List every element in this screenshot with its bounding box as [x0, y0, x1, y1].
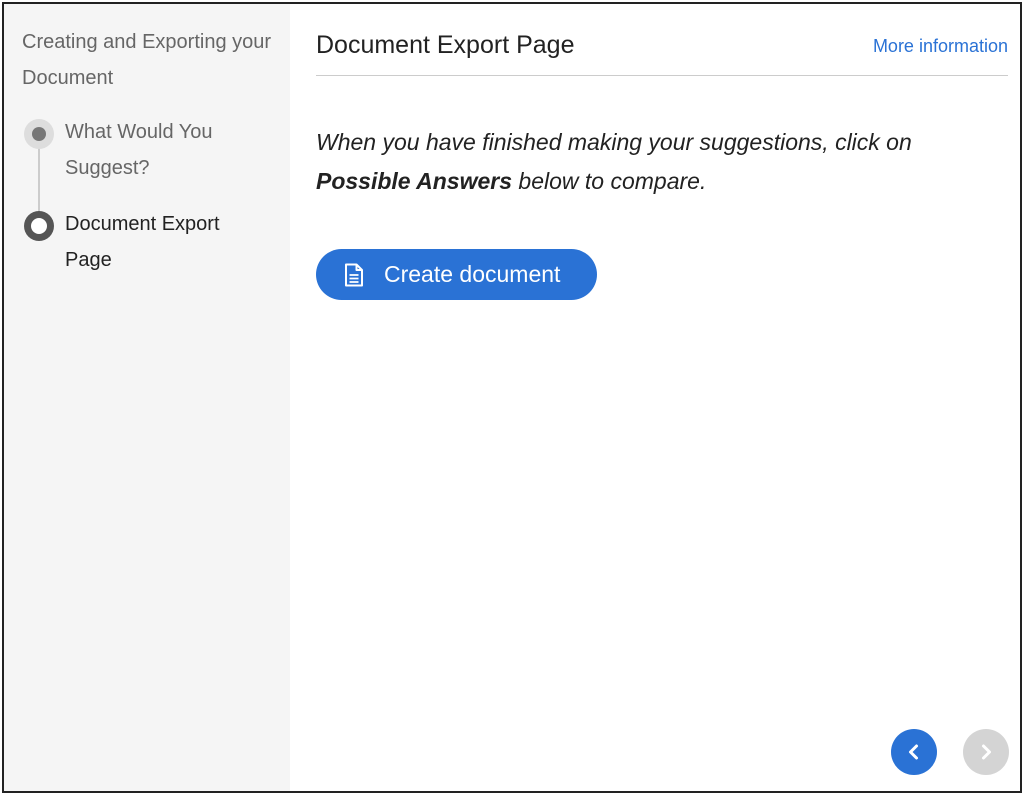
create-document-label: Create document: [384, 261, 561, 287]
possible-answers-emphasis: Possible Answers: [316, 168, 513, 194]
page-title: Document Export Page: [316, 31, 575, 59]
sidebar-title: Creating and Exporting your Document: [22, 31, 272, 89]
document-icon: [345, 263, 363, 286]
chevron-right-icon: [982, 744, 991, 760]
sidebar: Creating and Exporting your Document Wha…: [4, 4, 290, 791]
more-information-link[interactable]: More information: [873, 33, 1008, 59]
sidebar-step-label: Document Export Page: [65, 213, 220, 271]
instructions-text: When you have finished making your sugge…: [316, 123, 996, 201]
create-document-button[interactable]: Create document: [316, 249, 597, 300]
instructions-lead: When you have finished making your sugge…: [316, 129, 912, 155]
step-current-icon: [24, 211, 54, 241]
chevron-left-icon: [909, 744, 918, 760]
instructions-tail: below to compare.: [512, 168, 707, 194]
next-page-button[interactable]: [963, 729, 1009, 775]
previous-page-button[interactable]: [891, 729, 937, 775]
step-completed-icon: [24, 119, 54, 149]
sidebar-step-label: What Would You Suggest?: [65, 121, 213, 179]
app-frame: Creating and Exporting your Document Wha…: [2, 2, 1022, 793]
page-header: Document Export Page More information: [316, 4, 1008, 76]
main-content: Document Export Page More information Wh…: [290, 4, 1020, 791]
